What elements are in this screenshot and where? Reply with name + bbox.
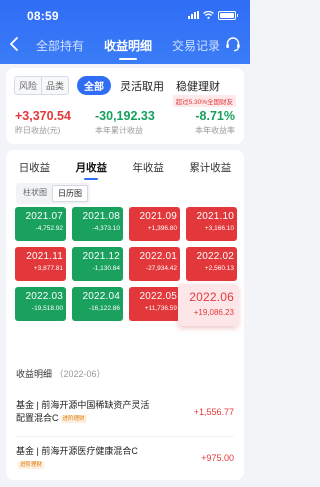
month-label: 2022.02 bbox=[196, 251, 234, 262]
signal-icon bbox=[188, 11, 199, 19]
customer-service-icon[interactable] bbox=[224, 35, 242, 53]
month-cell[interactable]: 2021.09 +1,396.80 bbox=[129, 207, 180, 241]
month-amount: -4,752.92 bbox=[35, 225, 63, 232]
month-cell[interactable]: 2022.03 -19,518.00 bbox=[15, 287, 66, 321]
header: 08:59 全部持有 收益明细 交易记录 bbox=[0, 0, 250, 64]
month-label: 2021.09 bbox=[139, 211, 177, 222]
month-label: 2022.04 bbox=[82, 291, 120, 302]
month-cell[interactable]: 2022.05 +11,736.59 bbox=[129, 287, 180, 321]
back-arrow-icon[interactable] bbox=[8, 36, 22, 52]
month-label: 2022.03 bbox=[25, 291, 63, 302]
month-label: 2021.08 bbox=[82, 211, 120, 222]
month-cell-selected[interactable]: 2022.06 +19,086.23 bbox=[178, 284, 238, 326]
divider bbox=[16, 436, 234, 437]
metric-year-rate: -8.71% 本年收益率 bbox=[195, 109, 235, 136]
month-label: 2022.06 bbox=[189, 290, 234, 304]
ranking-badge: 超过5.30%全国财友 bbox=[172, 95, 236, 107]
month-amount: +2,560.13 bbox=[204, 265, 234, 272]
month-label: 2022.05 bbox=[139, 291, 177, 302]
month-cell[interactable]: 2021.07 -4,752.92 bbox=[15, 207, 66, 241]
fund-tag: 进阶理财 bbox=[60, 415, 87, 423]
month-amount: +1,396.80 bbox=[147, 225, 177, 232]
detail-row[interactable]: 基金 | 前海开源医疗健康混合C 进阶理财 +975.00 bbox=[16, 445, 234, 471]
month-label: 2021.12 bbox=[82, 251, 120, 262]
period-tabs: 日收益 月收益 年收益 累计收益 bbox=[6, 160, 244, 180]
month-cell[interactable]: 2022.02 +2,560.13 bbox=[186, 247, 237, 281]
wifi-icon bbox=[203, 11, 214, 19]
tab-monthly[interactable]: 月收益 bbox=[76, 160, 107, 180]
status-time: 08:59 bbox=[27, 9, 59, 23]
filter-risk-chip[interactable]: 风险 bbox=[14, 76, 43, 95]
month-label: 2021.07 bbox=[25, 211, 63, 222]
metric-label: 本年累计收益 bbox=[95, 126, 143, 135]
month-cell[interactable]: 2021.10 +3,166.10 bbox=[186, 207, 237, 241]
view-bar-chart[interactable]: 柱状图 bbox=[18, 185, 52, 202]
month-label: 2021.11 bbox=[26, 251, 63, 262]
metric-value: +3,370.54 bbox=[15, 109, 71, 123]
summary-card: 风险 品类 全部 灵活取用 稳健理财 超过5.30%全国财友 +3,370.54… bbox=[6, 68, 244, 144]
fund-name: 基金 | 前海开源医疗健康混合C bbox=[16, 446, 138, 456]
details-title: 收益明细 bbox=[16, 369, 53, 379]
fund-tag: 进阶理财 bbox=[18, 461, 45, 469]
month-amount: -19,518.00 bbox=[31, 305, 63, 312]
product-tab-flexible[interactable]: 灵活取用 bbox=[120, 78, 164, 94]
details-period: （2022-06） bbox=[54, 369, 106, 379]
month-amount: +19,086.23 bbox=[193, 308, 234, 317]
month-amount: +3,877.81 bbox=[33, 265, 63, 272]
tab-daily[interactable]: 日收益 bbox=[19, 160, 51, 175]
tab-cumulative[interactable]: 累计收益 bbox=[189, 160, 231, 175]
filter-all-pill[interactable]: 全部 bbox=[77, 76, 112, 95]
status-bar: 08:59 bbox=[0, 0, 250, 28]
top-tabs: 全部持有 收益明细 交易记录 bbox=[36, 37, 220, 60]
month-cell[interactable]: 2022.01 -27,934.42 bbox=[129, 247, 180, 281]
metric-year-total: -30,192.33 本年累计收益 bbox=[95, 109, 155, 136]
view-calendar[interactable]: 日历图 bbox=[52, 185, 88, 202]
detail-row[interactable]: 基金 | 前海开源中国稀缺资产灵活配置混合C 进阶理财 +1,556.77 bbox=[16, 399, 234, 425]
month-cell[interactable]: 2021.12 -1,130.84 bbox=[72, 247, 123, 281]
month-label: 2021.10 bbox=[196, 211, 234, 222]
month-cell[interactable]: 2021.08 -4,373.10 bbox=[72, 207, 123, 241]
month-amount: +11,736.59 bbox=[144, 305, 177, 312]
nav-bar: 全部持有 收益明细 交易记录 bbox=[0, 30, 250, 60]
tab-transactions[interactable]: 交易记录 bbox=[172, 37, 220, 54]
tab-yearly[interactable]: 年收益 bbox=[132, 160, 164, 175]
fund-amount: +975.00 bbox=[201, 453, 234, 463]
view-toggle: 柱状图 日历图 bbox=[16, 183, 90, 204]
metric-label: 昨日收益(元) bbox=[15, 126, 61, 135]
tab-holdings[interactable]: 全部持有 bbox=[36, 37, 84, 54]
battery-icon bbox=[218, 10, 238, 20]
month-cell[interactable]: 2022.04 -16,122.86 bbox=[72, 287, 123, 321]
metric-yesterday: +3,370.54 昨日收益(元) bbox=[15, 109, 71, 136]
fund-amount: +1,556.77 bbox=[193, 407, 234, 417]
month-amount: -1,130.84 bbox=[92, 265, 120, 272]
metric-value: -8.71% bbox=[195, 109, 235, 123]
month-amount: -4,373.10 bbox=[92, 225, 120, 232]
month-cell[interactable]: 2021.11 +3,877.81 bbox=[15, 247, 66, 281]
metric-label: 本年收益率 bbox=[195, 126, 235, 135]
month-amount: -16,122.86 bbox=[88, 305, 120, 312]
month-amount: +3,166.10 bbox=[204, 225, 234, 232]
metric-value: -30,192.33 bbox=[95, 109, 155, 123]
month-amount: -27,934.42 bbox=[145, 265, 177, 272]
month-label: 2022.01 bbox=[139, 251, 177, 262]
details-header: 收益明细 （2022-06） bbox=[16, 367, 106, 380]
product-tab-stable[interactable]: 稳健理财 bbox=[176, 78, 220, 94]
earnings-card: 日收益 月收益 年收益 累计收益 柱状图 日历图 2021.07 -4,752.… bbox=[6, 150, 244, 480]
filter-category-chip[interactable]: 品类 bbox=[42, 76, 70, 95]
tab-earnings-detail[interactable]: 收益明细 bbox=[104, 37, 152, 60]
